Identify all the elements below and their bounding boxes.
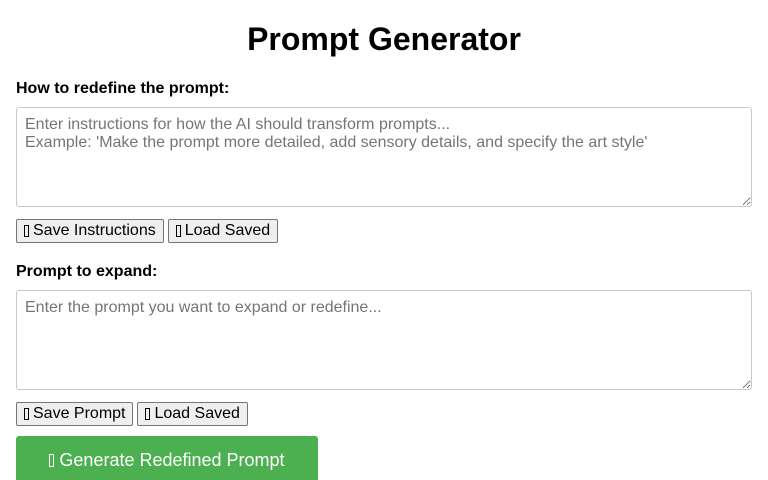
save-instructions-label: Save Instructions	[33, 222, 156, 239]
save-instructions-button[interactable]: Save Instructions	[16, 219, 164, 243]
generate-icon	[49, 453, 55, 467]
load-saved-instructions-button[interactable]: Load Saved	[167, 219, 279, 243]
instructions-textarea[interactable]	[16, 107, 752, 207]
save-prompt-label: Save Prompt	[33, 405, 126, 422]
instructions-button-row: Save Instructions Load Saved	[16, 219, 752, 243]
load-saved-prompt-button[interactable]: Load Saved	[137, 402, 248, 426]
load-saved-instructions-label: Load Saved	[184, 222, 271, 239]
prompt-button-row: Save Prompt Load Saved	[16, 402, 752, 426]
load-icon	[145, 408, 151, 420]
instructions-label: How to redefine the prompt:	[16, 80, 230, 97]
prompt-generator-page: Prompt Generator How to redefine the pro…	[0, 0, 768, 480]
load-icon	[175, 225, 181, 237]
prompt-label: Prompt to expand:	[16, 263, 158, 280]
save-prompt-button[interactable]: Save Prompt	[16, 402, 134, 426]
generate-label: Generate Redefined Prompt	[59, 449, 285, 470]
prompt-textarea[interactable]	[16, 290, 752, 390]
save-icon	[24, 225, 29, 237]
load-saved-prompt-label: Load Saved	[154, 405, 240, 422]
page-title: Prompt Generator	[247, 21, 521, 57]
generate-redefined-prompt-button[interactable]: Generate Redefined Prompt	[16, 436, 318, 480]
save-icon	[24, 408, 29, 420]
